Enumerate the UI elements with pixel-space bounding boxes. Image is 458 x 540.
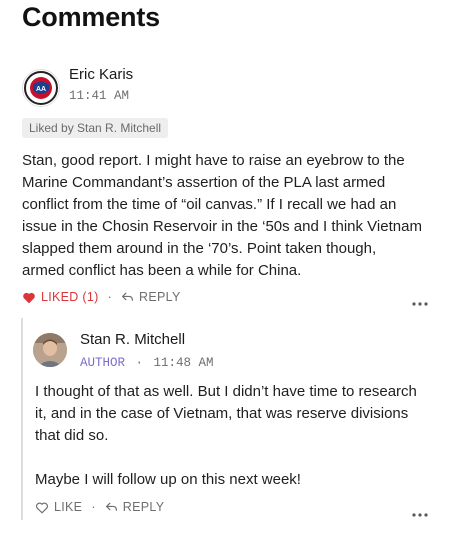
comment-line: slapped them around in the ‘70’s. Point … bbox=[22, 240, 377, 257]
heart-filled-icon bbox=[23, 292, 35, 303]
comment-line: it, and in the case of Vietnam, that was… bbox=[35, 405, 409, 422]
thread-line bbox=[21, 318, 23, 520]
comment-line: armed conflict has been a while for Chin… bbox=[22, 262, 302, 279]
comment-timestamp[interactable]: 11:41 AM bbox=[69, 89, 129, 103]
comment-line bbox=[35, 447, 417, 469]
profile-photo bbox=[33, 333, 67, 367]
heart-outline-icon bbox=[36, 502, 48, 514]
author-badge: AUTHOR bbox=[80, 356, 126, 370]
like-label: LIKE bbox=[54, 500, 83, 514]
comment-actions: LIKED (1) · REPLY bbox=[22, 290, 181, 304]
comment-author[interactable]: Eric Karis bbox=[69, 66, 133, 83]
reply-label: REPLY bbox=[139, 290, 181, 304]
comment-line: that did so. bbox=[35, 427, 109, 444]
like-label: LIKED (1) bbox=[41, 290, 99, 304]
comment-author[interactable]: Stan R. Mitchell bbox=[80, 331, 185, 348]
more-options-icon bbox=[412, 302, 428, 306]
comments-heading: Comments bbox=[22, 2, 160, 32]
more-options-icon bbox=[412, 513, 428, 517]
separator-dot: · bbox=[91, 500, 96, 514]
reply-button[interactable]: REPLY bbox=[105, 500, 165, 514]
comment-body: Stan, good report. I might have to raise… bbox=[22, 150, 422, 282]
comment-line: issue in the Chosin Reservoir in the ‘50… bbox=[22, 218, 422, 235]
liked-by-badge: Liked by Stan R. Mitchell bbox=[22, 118, 169, 138]
reply-button[interactable]: REPLY bbox=[121, 290, 181, 304]
more-options-button[interactable] bbox=[412, 505, 428, 523]
separator-dot: · bbox=[107, 290, 113, 304]
like-button[interactable]: LIKED (1) bbox=[22, 290, 99, 304]
comment-line: I thought of that as well. But I didn’t … bbox=[35, 383, 417, 400]
separator-dot: · bbox=[135, 356, 143, 370]
reply-label: REPLY bbox=[122, 500, 165, 514]
more-options-button[interactable] bbox=[412, 294, 428, 312]
airborne-insignia-icon: AA bbox=[24, 71, 58, 105]
avatar[interactable] bbox=[33, 333, 67, 367]
comment-line: Maybe I will follow up on this next week… bbox=[35, 471, 301, 488]
like-button[interactable]: LIKE bbox=[35, 500, 82, 514]
comment-body: I thought of that as well. But I didn’t … bbox=[35, 381, 417, 491]
reply-arrow-icon bbox=[122, 292, 134, 301]
comment-line: conflict from the time of “oil canvas.” … bbox=[22, 196, 397, 213]
svg-text:AA: AA bbox=[36, 86, 46, 93]
comment-actions: LIKE · REPLY bbox=[35, 500, 164, 514]
comment-meta: AUTHOR · 11:48 AM bbox=[80, 353, 213, 371]
comment-line: Stan, good report. I might have to raise… bbox=[22, 152, 405, 169]
comment-timestamp[interactable]: 11:48 AM bbox=[153, 356, 213, 370]
comment-line: Marine Commandant’s assertion of the PLA… bbox=[22, 174, 386, 191]
reply-arrow-icon bbox=[105, 502, 117, 511]
avatar[interactable]: AA bbox=[22, 69, 60, 107]
